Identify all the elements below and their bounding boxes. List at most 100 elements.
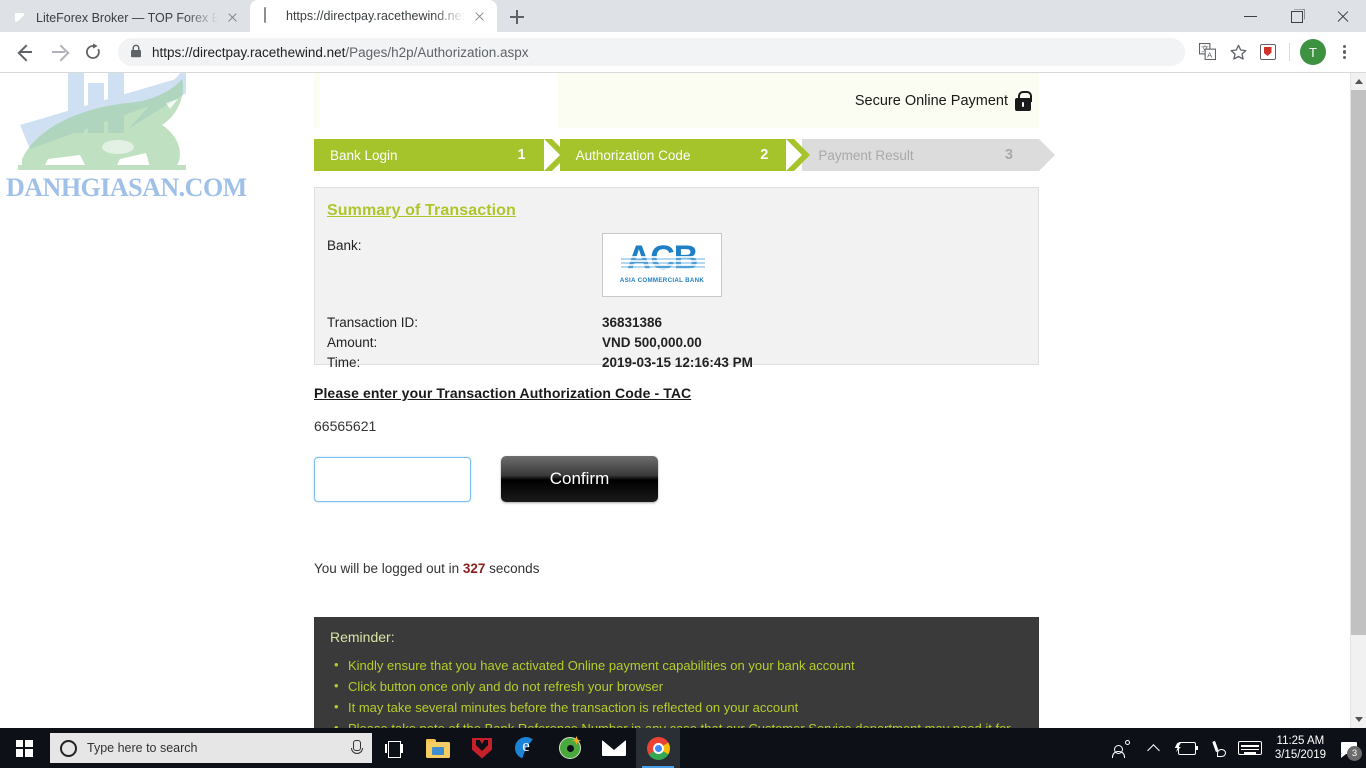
summary-row-time: Time: 2019-03-15 12:16:43 PM — [327, 353, 1026, 373]
watermark-text: DANHGIASAN.COM — [6, 173, 247, 202]
maximize-restore-button[interactable] — [1274, 0, 1320, 32]
taskbar-clock[interactable]: 11:25 AM 3/15/2019 — [1267, 734, 1334, 762]
reminder-panel: Reminder: Kindly ensure that you have ac… — [314, 617, 1039, 728]
step-number: 2 — [760, 147, 769, 163]
transaction-id-label: Transaction ID: — [327, 315, 419, 330]
confirm-button[interactable]: Confirm — [501, 456, 658, 502]
show-hidden-icons-button[interactable] — [1139, 728, 1169, 768]
danhgiasan-watermark: DANHGIASAN.COM — [0, 73, 247, 268]
document-favicon — [262, 7, 278, 24]
tac-entry-row: Confirm — [314, 456, 1039, 502]
summary-row-transaction-id: Transaction ID: 36831386 — [327, 313, 1026, 333]
logout-seconds: 327 — [462, 561, 486, 576]
search-placeholder: Type here to search — [87, 741, 198, 755]
step-bank-login[interactable]: Bank Login 1 — [314, 139, 568, 171]
scroll-down-icon[interactable] — [1351, 711, 1366, 728]
progress-stepper: Bank Login 1 Authorization Code 2 Paymen… — [314, 139, 1055, 171]
system-tray: 11:25 AM 3/15/2019 3 — [1107, 728, 1366, 768]
green-disc-app-button[interactable] — [548, 728, 592, 768]
pen-button[interactable] — [1203, 728, 1233, 768]
translate-icon[interactable]: 文 A — [1193, 37, 1223, 67]
reminder-list: Kindly ensure that you have activated On… — [330, 654, 1023, 728]
edge-button[interactable] — [504, 728, 548, 768]
step-label: Authorization Code — [575, 147, 691, 163]
minimize-button[interactable] — [1228, 0, 1274, 32]
windows-taskbar: Type here to search e 11:25 AM 3/15/2019… — [0, 728, 1366, 768]
chevron-up-icon — [1148, 742, 1160, 754]
step-number: 3 — [1004, 147, 1013, 163]
notification-count-badge: 3 — [1347, 746, 1362, 761]
tab-close-icon[interactable] — [224, 10, 240, 26]
keyboard-button[interactable] — [1235, 728, 1265, 768]
back-arrow-icon[interactable] — [8, 35, 42, 69]
logout-prefix: You will be logged out in — [314, 561, 463, 576]
chrome-taskbar-button[interactable] — [636, 728, 680, 768]
chrome-icon — [646, 736, 670, 760]
file-explorer-button[interactable] — [416, 728, 460, 768]
browser-tab-directpay[interactable]: https://directpay.racethewind.net — [250, 0, 498, 32]
battery-charging-icon — [1174, 742, 1198, 755]
summary-title: Summary of Transaction — [327, 202, 516, 219]
battery-button[interactable] — [1171, 728, 1201, 768]
summary-row-amount: Amount: VND 500,000.00 — [327, 333, 1026, 353]
folder-icon — [426, 738, 450, 758]
list-item: Please take note of the Bank Reference N… — [330, 717, 1023, 728]
chrome-menu-icon[interactable] — [1330, 37, 1358, 67]
profile-avatar[interactable]: T — [1300, 39, 1326, 65]
logout-suffix: seconds — [485, 561, 540, 576]
window-controls — [1228, 0, 1366, 32]
amount-value: VND 500,000.00 — [602, 335, 702, 350]
reload-icon[interactable] — [76, 35, 110, 69]
scroll-up-icon[interactable] — [1351, 73, 1366, 90]
tab-close-icon[interactable] — [471, 8, 487, 24]
payment-page: Secure Online Payment Bank Login 1 Autho… — [314, 73, 1055, 728]
tab-strip: LiteForex Broker — TOP Forex Br https://… — [0, 0, 1366, 32]
forward-arrow-icon[interactable] — [42, 35, 76, 69]
step-payment-result[interactable]: Payment Result 3 — [786, 139, 1055, 171]
page-scrollbar[interactable] — [1350, 73, 1366, 728]
reminder-title: Reminder: — [330, 629, 395, 645]
people-icon — [1112, 740, 1131, 758]
browser-tab-liteforex[interactable]: LiteForex Broker — TOP Forex Br — [0, 3, 250, 32]
tac-reference-code: 66565621 — [314, 418, 377, 434]
bank-label: Bank: — [327, 238, 362, 253]
green-disc-icon — [559, 736, 581, 759]
people-button[interactable] — [1107, 728, 1137, 768]
secure-payment-label: Secure Online Payment — [854, 90, 1032, 111]
page-viewport: DANHGIASAN.COM Secure Online Payment Ban… — [0, 73, 1366, 728]
mail-button[interactable] — [592, 728, 636, 768]
list-item: Kindly ensure that you have activated On… — [330, 654, 1023, 676]
edge-icon — [515, 736, 537, 759]
scrollbar-thumb[interactable] — [1351, 90, 1366, 635]
secure-payment-text: Secure Online Payment — [854, 92, 1008, 109]
windows-logo-icon — [15, 739, 33, 757]
microphone-icon[interactable] — [348, 739, 364, 757]
new-tab-button[interactable] — [503, 3, 531, 31]
start-button[interactable] — [0, 728, 48, 768]
task-view-button[interactable] — [372, 728, 416, 768]
list-item: Click button once only and do not refres… — [330, 675, 1023, 697]
url-path: /Pages/h2p/Authorization.aspx — [345, 44, 529, 60]
step-number: 1 — [517, 147, 526, 163]
lock-icon — [130, 44, 142, 61]
browser-toolbar: https://directpay.racethewind.net/Pages/… — [0, 32, 1366, 73]
mcafee-button[interactable] — [460, 728, 504, 768]
bookmark-star-icon[interactable] — [1223, 37, 1253, 67]
list-item: It may take several minutes before the t… — [330, 696, 1023, 718]
tab-title: https://directpay.racethewind.net — [286, 9, 466, 23]
pen-icon — [1210, 740, 1226, 757]
tab-title: LiteForex Broker — TOP Forex Br — [36, 10, 218, 25]
time-value: 2019-03-15 12:16:43 PM — [602, 355, 753, 370]
address-bar[interactable]: https://directpay.racethewind.net/Pages/… — [118, 38, 1185, 66]
close-window-button[interactable] — [1320, 0, 1366, 32]
taskbar-search[interactable]: Type here to search — [50, 733, 372, 763]
transaction-summary-panel: Summary of Transaction Bank: ACB ASIA CO… — [314, 187, 1039, 370]
liteforex-favicon — [12, 10, 28, 26]
extension-icon[interactable] — [1253, 37, 1283, 67]
notification-center-button[interactable]: 3 — [1336, 728, 1362, 768]
tac-instruction: Please enter your Transaction Authorizat… — [314, 385, 692, 401]
step-label: Bank Login — [330, 147, 398, 163]
transaction-id-value: 36831386 — [602, 315, 663, 330]
step-authorization-code[interactable]: Authorization Code 2 — [543, 139, 811, 171]
tac-input[interactable] — [314, 456, 471, 502]
